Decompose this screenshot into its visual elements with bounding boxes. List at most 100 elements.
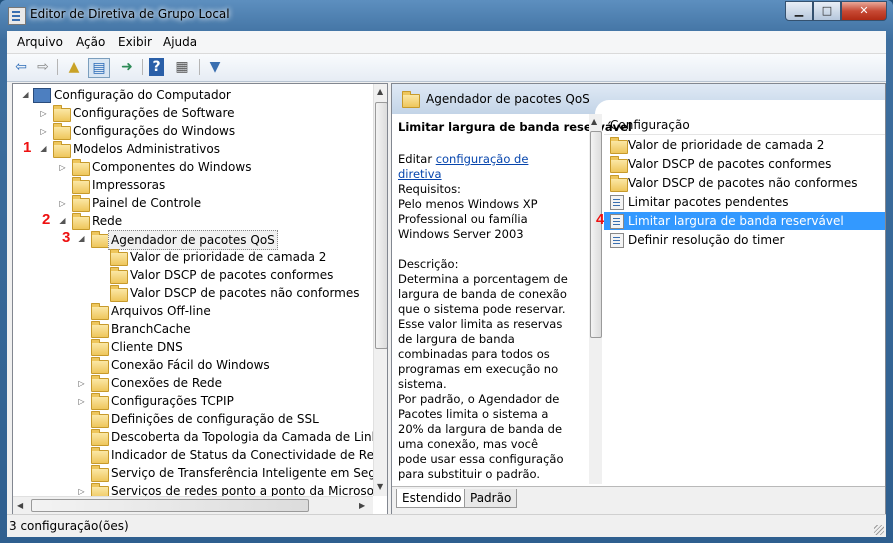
tree-node-selected[interactable]: 3 ◢ Agendador de pacotes QoS	[13, 229, 373, 250]
show-tree-icon[interactable]: ▤	[88, 58, 110, 78]
maximize-button[interactable]: □	[813, 1, 841, 21]
title-bar[interactable]: Editor de Diretiva de Grupo Local ▁ □ ✕	[0, 0, 893, 30]
collapse-triangle-icon[interactable]: ◢	[39, 144, 48, 153]
tree-node[interactable]: Valor DSCP de pacotes conformes	[13, 266, 373, 284]
scroll-thumb[interactable]	[31, 499, 309, 512]
folder-icon	[91, 411, 109, 428]
folder-icon	[610, 137, 628, 154]
policy-setting-icon	[610, 214, 624, 229]
scroll-right-arrow-icon[interactable]: ▶	[359, 501, 365, 510]
tree-label: Rede	[92, 214, 123, 228]
expand-triangle-icon[interactable]: ▷	[77, 397, 86, 406]
tree-node[interactable]: Definições de configuração de SSL	[13, 410, 373, 428]
collapse-triangle-icon[interactable]: ◢	[58, 216, 67, 225]
export-icon[interactable]: ➜	[117, 58, 137, 76]
tree-node-root[interactable]: ◢ Configuração do Computador	[13, 86, 373, 104]
tree-node[interactable]: ▷ Conexões de Rede	[13, 374, 373, 392]
filter-icon[interactable]: ▼	[205, 58, 225, 76]
collapse-triangle-icon[interactable]: ◢	[77, 234, 86, 243]
gpedit-app-icon	[8, 7, 26, 25]
edit-prefix: Editar	[398, 152, 436, 166]
resize-grip-icon[interactable]	[874, 525, 884, 535]
tree-node[interactable]: 1 ◢ Modelos Administrativos	[13, 139, 373, 158]
tree-label: Configurações de Software	[73, 106, 235, 120]
expand-triangle-icon[interactable]: ▷	[39, 127, 48, 136]
menu-acao[interactable]: Ação	[76, 35, 105, 49]
expand-triangle-icon[interactable]: ▷	[58, 199, 67, 208]
tree-node[interactable]: Arquivos Off-line	[13, 302, 373, 320]
tree-node[interactable]: ▷ Componentes do Windows	[13, 158, 373, 176]
folder-icon	[53, 105, 71, 122]
folder-icon	[110, 267, 128, 284]
tree-node[interactable]: Valor DSCP de pacotes não conformes	[13, 284, 373, 302]
tree-label: Valor DSCP de pacotes conformes	[130, 268, 334, 282]
tree-node[interactable]: Conexão Fácil do Windows	[13, 356, 373, 374]
scroll-thumb[interactable]	[590, 131, 602, 338]
expand-triangle-icon[interactable]: ▷	[77, 487, 86, 496]
folder-icon	[91, 429, 109, 446]
tree-node[interactable]: Cliente DNS	[13, 338, 373, 356]
setting-row-selected[interactable]: Limitar largura de banda reservável	[604, 212, 885, 230]
tree-node[interactable]: BranchCache	[13, 320, 373, 338]
expand-triangle-icon[interactable]: ▷	[39, 109, 48, 118]
client-area: Arquivo Ação Exibir Ajuda ⇦ ⇨ ▲ ▤ ➜ ? ▦ …	[7, 31, 886, 537]
toolbar: ⇦ ⇨ ▲ ▤ ➜ ? ▦ ▼	[7, 54, 886, 82]
expand-triangle-icon[interactable]: ▷	[77, 379, 86, 388]
collapse-triangle-icon[interactable]: ◢	[21, 90, 30, 99]
setting-row[interactable]: Valor DSCP de pacotes não conformes	[604, 174, 885, 192]
tree-vertical-scrollbar[interactable]: ▲ ▼	[373, 84, 387, 496]
details-header-title: Agendador de pacotes QoS	[426, 92, 590, 106]
policy-setting-icon	[610, 233, 624, 248]
tree-node[interactable]: ▷ Configurações TCPIP	[13, 392, 373, 410]
tree-node[interactable]: Indicador de Status da Conectividade de …	[13, 446, 387, 464]
details-pane: Agendador de pacotes QoS Limitar largura…	[391, 83, 886, 515]
tree-label: Conexões de Rede	[111, 376, 223, 390]
menu-ajuda[interactable]: Ajuda	[163, 35, 197, 49]
menu-arquivo[interactable]: Arquivo	[17, 35, 63, 49]
properties-icon[interactable]: ▦	[172, 58, 192, 76]
folder-icon	[91, 483, 109, 496]
close-button[interactable]: ✕	[841, 1, 887, 21]
tree-node[interactable]: ▷ Configurações do Windows	[13, 122, 373, 140]
menu-exibir[interactable]: Exibir	[118, 35, 152, 49]
scroll-left-arrow-icon[interactable]: ◀	[17, 501, 23, 510]
scroll-up-arrow-icon[interactable]: ▲	[591, 117, 597, 126]
setting-row[interactable]: Valor DSCP de pacotes conformes	[604, 155, 885, 173]
expand-triangle-icon[interactable]: ▷	[58, 163, 67, 172]
scroll-thumb[interactable]	[375, 102, 387, 349]
description-scrollbar[interactable]: ▲	[589, 114, 602, 484]
column-header-configuracao[interactable]: Configuração	[604, 116, 885, 135]
tree-node[interactable]: ▷ Painel de Controle	[13, 194, 373, 212]
tree-pane[interactable]: ◢ Configuração do Computador ▷ Configura…	[12, 83, 388, 515]
tree-label: Definições de configuração de SSL	[111, 412, 319, 426]
tree-label: BranchCache	[111, 322, 191, 336]
help-icon[interactable]: ?	[149, 58, 164, 76]
up-folder-icon[interactable]: ▲	[64, 58, 84, 76]
tab-padrao[interactable]: Padrão	[464, 489, 518, 508]
folder-icon	[91, 231, 109, 248]
setting-row[interactable]: Valor de prioridade de camada 2	[604, 136, 885, 154]
tab-estendido[interactable]: Estendido	[396, 489, 468, 508]
tree-node[interactable]: Valor de prioridade de camada 2	[13, 248, 373, 266]
scroll-down-arrow-icon[interactable]: ▼	[377, 482, 383, 491]
setting-row[interactable]: Limitar pacotes pendentes	[604, 193, 885, 211]
tree-node[interactable]: ▷ Configurações de Software	[13, 104, 373, 122]
tree-label: Painel de Controle	[92, 196, 202, 210]
folder-icon	[53, 141, 71, 158]
folder-icon	[72, 159, 90, 176]
setting-row[interactable]: Definir resolução do timer	[604, 231, 885, 249]
tree-node[interactable]: ▷ Serviços de redes ponto a ponto da Mic…	[13, 482, 373, 496]
column-header-label: Configuração	[610, 118, 690, 132]
forward-arrow-icon[interactable]: ⇨	[33, 58, 53, 76]
folder-icon	[91, 447, 109, 464]
tree-node[interactable]: Descoberta da Topologia da Camada de Lin…	[13, 428, 385, 446]
tree-horizontal-scrollbar[interactable]: ◀ ▶	[13, 496, 373, 514]
scroll-up-arrow-icon[interactable]: ▲	[377, 87, 383, 96]
tree-node[interactable]: Impressoras	[13, 176, 373, 194]
minimize-button[interactable]: ▁	[785, 1, 813, 21]
edit-line: Editar configuração de diretiva	[398, 152, 568, 182]
tree-node[interactable]: Serviço de Transferência Inteligente em …	[13, 464, 387, 482]
marker-number: 1	[23, 139, 32, 156]
tree-node[interactable]: 2 ◢ Rede	[13, 211, 373, 230]
back-arrow-icon[interactable]: ⇦	[11, 58, 31, 76]
